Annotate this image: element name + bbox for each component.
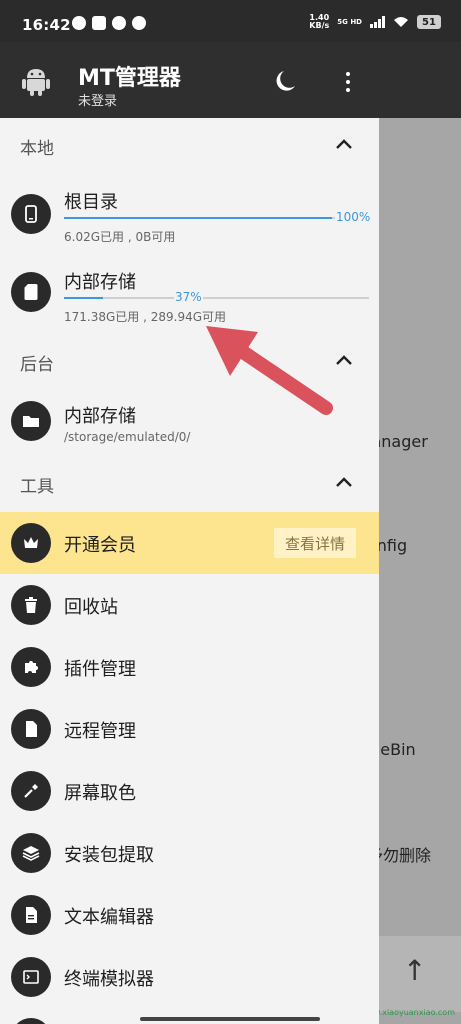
qq-icon xyxy=(72,16,86,30)
item-label: 插件管理 xyxy=(64,659,136,680)
phone-icon xyxy=(11,194,51,234)
storage-item-root[interactable]: 根目录 100% 6.02G已用 , 0B可用 xyxy=(0,172,379,250)
background-app[interactable]: e lanager onfig d cleBin k 予勿删除 ↑ @蓝航小站/… xyxy=(379,42,461,1024)
network-speed: 1.40 KB/s xyxy=(309,14,329,30)
tool-item-color-picker[interactable]: 屏幕取色 xyxy=(0,760,379,822)
item-label: 回收站 xyxy=(64,597,118,618)
item-label: 远程管理 xyxy=(64,721,136,742)
section-title: 本地 xyxy=(20,139,54,159)
login-status[interactable]: 未登录 xyxy=(78,90,117,109)
section-title: 后台 xyxy=(20,355,54,375)
chevron-up-icon[interactable] xyxy=(335,476,353,488)
background-toolbar xyxy=(379,42,461,118)
app-notification-icon xyxy=(92,16,106,30)
status-bar: 16:42 1.40 KB/s 5G HD 51 xyxy=(0,0,461,42)
android-icon xyxy=(22,69,50,96)
view-details-button[interactable]: 查看详情 xyxy=(274,528,356,558)
document-icon xyxy=(11,895,51,935)
background-text: onfig xyxy=(379,536,408,555)
battery-icon: 51 xyxy=(417,15,441,29)
drawer-header: MT管理器 未登录 xyxy=(0,42,379,118)
item-label: 开通会员 xyxy=(64,535,136,556)
chevron-up-icon[interactable] xyxy=(335,138,353,150)
more-vert-icon[interactable] xyxy=(340,70,356,94)
background-text: lanager xyxy=(379,432,428,451)
background-text: cleBin xyxy=(379,740,416,759)
storage-progress-bar xyxy=(64,217,369,219)
file-icon xyxy=(11,709,51,749)
item-label: 终端模拟器 xyxy=(64,969,154,990)
tool-item-vip[interactable]: 开通会员 查看详情 xyxy=(0,512,379,574)
wechat-icon xyxy=(112,16,126,30)
network-type: 5G HD xyxy=(337,18,362,26)
app-title: MT管理器 xyxy=(78,66,181,91)
background-text: 予勿删除 xyxy=(379,846,432,865)
item-label: 内部存储 xyxy=(64,272,136,293)
tool-item-partial[interactable] xyxy=(0,1008,379,1024)
status-time: 16:42 xyxy=(22,16,71,34)
home-indicator[interactable] xyxy=(140,1017,320,1021)
annotation-arrow xyxy=(206,326,333,415)
arrow-up-icon[interactable]: ↑ xyxy=(403,954,426,987)
storage-progress-bar xyxy=(64,297,369,299)
progress-fill xyxy=(64,297,104,299)
signal-icon xyxy=(370,16,385,28)
trash-icon xyxy=(11,585,51,625)
layers-icon xyxy=(11,833,51,873)
sd-card-icon xyxy=(11,272,51,312)
folder-icon xyxy=(11,401,51,441)
notification-icons xyxy=(72,16,146,30)
terminal-icon xyxy=(11,957,51,997)
tool-icon xyxy=(11,1018,51,1024)
message-icon xyxy=(132,16,146,30)
speed-unit: KB/s xyxy=(309,21,330,30)
section-local[interactable]: 本地 xyxy=(0,126,379,166)
item-label: 内部存储 xyxy=(64,406,136,427)
storage-usage: 6.02G已用 , 0B可用 xyxy=(64,230,176,244)
tool-item-text-editor[interactable]: 文本编辑器 xyxy=(0,884,379,946)
tool-item-plugins[interactable]: 插件管理 xyxy=(0,636,379,698)
progress-percent: 37% xyxy=(174,290,203,304)
item-label: 文本编辑器 xyxy=(64,907,154,928)
item-label: 安装包提取 xyxy=(64,845,154,866)
progress-percent: 100% xyxy=(335,210,372,224)
chevron-up-icon[interactable] xyxy=(335,354,353,366)
wifi-icon xyxy=(394,17,408,27)
eyedropper-icon xyxy=(11,771,51,811)
item-label: 根目录 xyxy=(64,192,118,213)
tool-item-recycle-bin[interactable]: 回收站 xyxy=(0,574,379,636)
navigation-drawer: MT管理器 未登录 本地 根目录 100% 6.02G已用 , 0B可用 内部存… xyxy=(0,42,379,1024)
item-label: 屏幕取色 xyxy=(64,783,136,804)
section-title: 工具 xyxy=(20,477,54,497)
background-path: /storage/emulated/0/ xyxy=(64,430,191,444)
watermark: @蓝航小站/www.xiaoyuanxiao.com xyxy=(379,1008,455,1017)
moon-icon[interactable] xyxy=(276,70,296,92)
tool-item-terminal[interactable]: 终端模拟器 xyxy=(0,946,379,1008)
tool-item-apk-extract[interactable]: 安装包提取 xyxy=(0,822,379,884)
status-right: 1.40 KB/s 5G HD 51 xyxy=(309,14,441,30)
progress-fill xyxy=(64,217,333,219)
puzzle-icon xyxy=(11,647,51,687)
crown-icon xyxy=(11,523,51,563)
tool-item-remote[interactable]: 远程管理 xyxy=(0,698,379,760)
section-tools[interactable]: 工具 xyxy=(0,464,379,504)
